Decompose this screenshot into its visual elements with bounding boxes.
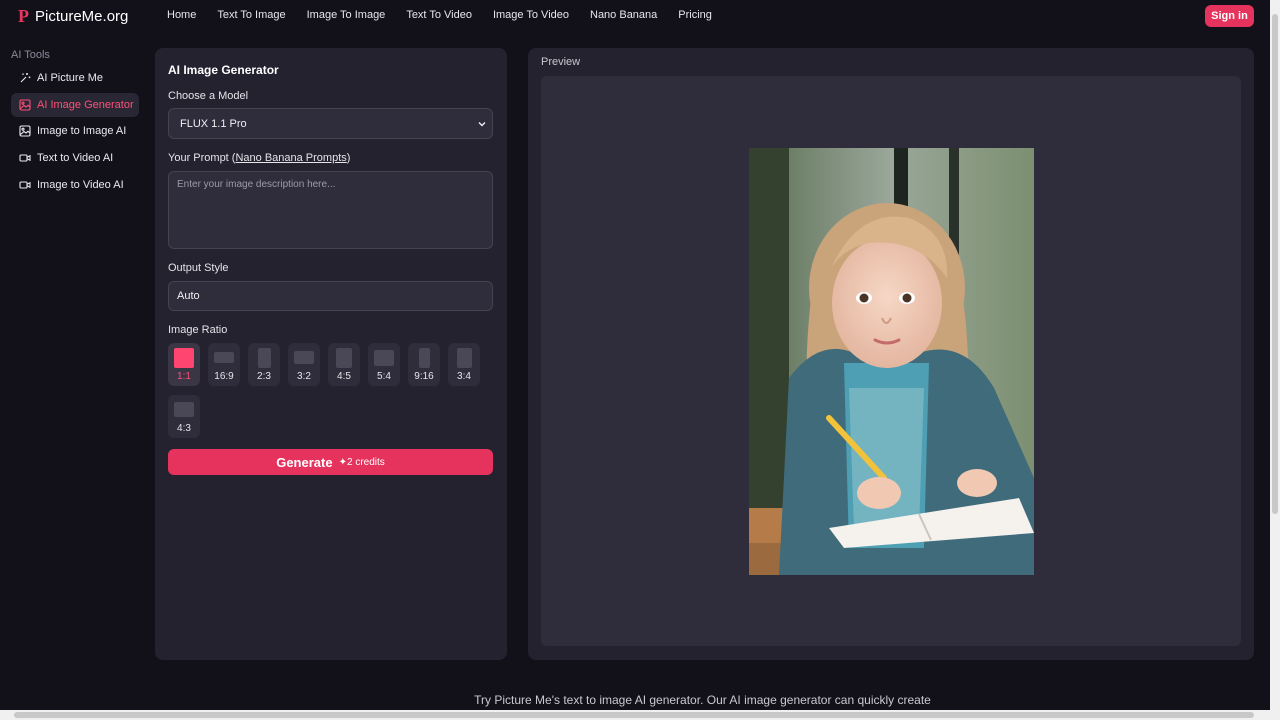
horizontal-scrollbar-thumb[interactable] (14, 712, 1254, 718)
sign-in-button[interactable]: Sign in (1205, 5, 1254, 27)
generator-form-panel: AI Image Generator Choose a Model FLUX 1… (155, 48, 507, 660)
logo-mark: P (18, 6, 29, 26)
preview-title: Preview (541, 56, 581, 68)
ratio-tall-shape (336, 348, 352, 368)
top-navbar: P PictureMe.org Home Text To Image Image… (0, 0, 1270, 32)
horizontal-scrollbar[interactable] (0, 710, 1280, 720)
vertical-scrollbar[interactable] (1270, 0, 1280, 712)
video-camera-icon (19, 181, 31, 189)
prompt-label: Your Prompt (Nano Banana Prompts) (168, 152, 350, 164)
ratio-label: 9:16 (414, 371, 434, 382)
sidebar-item-label: Image to Video AI (37, 179, 124, 191)
ratio-label: 2:3 (257, 371, 271, 382)
prompt-label-suffix: ) (346, 152, 351, 164)
ratio-tall-shape (456, 348, 472, 368)
model-select-value: FLUX 1.1 Pro (180, 117, 247, 130)
sidebar-item-label: AI Picture Me (37, 72, 104, 84)
image-icon (19, 99, 31, 111)
ratio-label: 3:2 (297, 371, 311, 382)
image-ratio-label: Image Ratio (168, 324, 228, 336)
output-style-select[interactable]: Auto (168, 281, 493, 311)
preview-area (541, 76, 1241, 646)
magic-wand-icon (20, 73, 31, 83)
preview-image (749, 148, 1034, 575)
nav-image-to-image[interactable]: Image To Image (307, 9, 386, 21)
footer-description: Try Picture Me's text to image AI genera… (474, 693, 931, 707)
ratio-wide-shape (214, 352, 234, 363)
ratio-button-2-3[interactable]: 2:3 (248, 343, 280, 386)
generate-label: Generate (276, 454, 333, 470)
sidebar-item-image-to-video[interactable]: Image to Video AI (11, 173, 139, 197)
prompt-input[interactable] (168, 171, 493, 249)
form-title: AI Image Generator (168, 63, 279, 77)
logo[interactable]: P PictureMe.org (18, 6, 128, 27)
nav-home[interactable]: Home (167, 9, 196, 21)
sidebar-item-text-to-video[interactable]: Text to Video AI (11, 146, 139, 170)
preview-panel: Preview (528, 48, 1254, 660)
sidebar-item-ai-image-generator[interactable]: AI Image Generator (11, 93, 139, 117)
ratio-tall-shape (418, 348, 430, 368)
ratio-button-1-1[interactable]: 1:1 (168, 343, 200, 386)
ratio-label: 5:4 (377, 371, 391, 382)
nav-text-to-image[interactable]: Text To Image (217, 9, 285, 21)
logo-text: PictureMe.org (35, 8, 129, 25)
generate-button[interactable]: Generate ✦2 credits (168, 449, 493, 475)
main-nav: Home Text To Image Image To Image Text T… (167, 9, 733, 21)
ratio-button-5-4[interactable]: 5:4 (368, 343, 400, 386)
ratio-wide-shape (294, 351, 314, 364)
ratio-label: 3:4 (457, 371, 471, 382)
ratio-button-9-16[interactable]: 9:16 (408, 343, 440, 386)
ratio-button-16-9[interactable]: 16:9 (208, 343, 240, 386)
ratio-tall-shape (257, 348, 271, 368)
chevron-down-icon (478, 122, 486, 127)
nano-banana-prompts-link[interactable]: Nano Banana Prompts (235, 152, 346, 164)
ratio-label: 4:3 (177, 423, 191, 434)
sparkle-icon: ✦ (338, 456, 347, 468)
model-select[interactable]: FLUX 1.1 Pro (168, 108, 493, 139)
sidebar-heading: AI Tools (11, 49, 50, 61)
ratio-square-shape (174, 348, 194, 368)
nav-text-to-video[interactable]: Text To Video (406, 9, 472, 21)
image-icon (19, 125, 31, 137)
output-style-label: Output Style (168, 262, 229, 274)
nav-image-to-video[interactable]: Image To Video (493, 9, 569, 21)
ratio-wide-shape (174, 402, 194, 417)
ratio-button-4-3[interactable]: 4:3 (168, 395, 200, 438)
credits-text: 2 credits (346, 456, 385, 468)
nav-nano-banana[interactable]: Nano Banana (590, 9, 657, 21)
sidebar-item-image-to-image[interactable]: Image to Image AI (11, 119, 139, 143)
model-label: Choose a Model (168, 90, 249, 102)
ratio-label: 1:1 (177, 371, 191, 382)
sidebar-item-label: AI Image Generator (37, 99, 134, 111)
output-style-value: Auto (177, 290, 200, 302)
ratio-label: 16:9 (214, 371, 234, 382)
nav-pricing[interactable]: Pricing (678, 9, 712, 21)
ratio-wide-shape (374, 350, 394, 366)
ratio-button-4-5[interactable]: 4:5 (328, 343, 360, 386)
sidebar-item-label: Image to Image AI (37, 125, 127, 137)
ratio-label: 4:5 (337, 371, 351, 382)
generate-credits: ✦2 credits (339, 457, 385, 468)
ratio-button-3-2[interactable]: 3:2 (288, 343, 320, 386)
sidebar-item-label: Text to Video AI (37, 152, 114, 164)
video-camera-icon (19, 154, 31, 162)
ratio-button-3-4[interactable]: 3:4 (448, 343, 480, 386)
vertical-scrollbar-thumb[interactable] (1272, 14, 1278, 514)
prompt-label-prefix: Your Prompt ( (168, 152, 236, 164)
sidebar-item-ai-picture-me[interactable]: AI Picture Me (11, 66, 139, 90)
